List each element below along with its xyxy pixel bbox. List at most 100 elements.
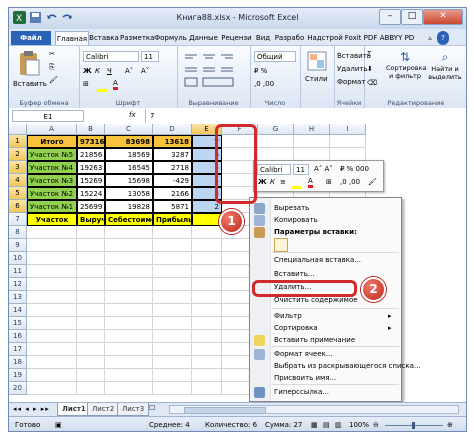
currency-icon[interactable]: ₽ % — [254, 67, 267, 75]
cell-a7[interactable]: Участок — [27, 213, 77, 226]
cell-d19[interactable] — [153, 369, 192, 382]
fill-color-icon[interactable] — [97, 80, 107, 92]
cell-d18[interactable] — [153, 356, 192, 369]
row-header-20[interactable]: 20 — [9, 382, 27, 395]
row-header-15[interactable]: 15 — [9, 317, 27, 330]
cell-d9[interactable] — [153, 239, 192, 252]
column-header-c[interactable]: C — [105, 124, 153, 135]
cell-c13[interactable] — [105, 291, 153, 304]
autosum-icon[interactable]: Σ — [367, 50, 371, 58]
maximize-button[interactable]: □ — [401, 9, 423, 25]
cell-c15[interactable] — [105, 317, 153, 330]
mini-format-painter-icon[interactable]: 🖌 — [368, 178, 377, 186]
column-header-i[interactable]: I — [330, 124, 366, 135]
cell-b4[interactable]: 15269 — [77, 174, 105, 187]
cell-b14[interactable] — [77, 304, 105, 317]
cell-c3[interactable]: 16545 — [105, 161, 153, 174]
mini-borders-icon[interactable]: ⊞ — [326, 178, 332, 186]
formula-input[interactable]: 7 — [145, 109, 464, 123]
cell-a1[interactable]: Итого — [27, 135, 77, 148]
menu-item-1[interactable]: Копировать — [274, 215, 318, 226]
cell-a15[interactable] — [27, 317, 77, 330]
row-header-1[interactable]: 1 — [9, 135, 27, 148]
cell-b17[interactable] — [77, 343, 105, 356]
cell-b20[interactable] — [77, 382, 105, 395]
mini-size-combo[interactable]: 11 — [293, 164, 309, 175]
clear-icon[interactable]: ⌫ — [367, 79, 377, 87]
cell-b1[interactable]: 97316 — [77, 135, 105, 148]
font-color-icon[interactable]: A — [113, 79, 118, 90]
cell-i1[interactable] — [330, 135, 366, 148]
cell-b5[interactable]: 15224 — [77, 187, 105, 200]
format-painter-icon[interactable]: 🖌 — [49, 76, 58, 84]
ribbon-minimize-icon[interactable]: ▵ — [424, 31, 436, 45]
mini-grow-font-icon[interactable]: A˄ A˅ — [314, 165, 333, 173]
mini-currency-icon[interactable]: ₽ % 000 — [340, 165, 369, 173]
zoom-slider-thumb[interactable] — [412, 422, 415, 429]
view-normal-icon[interactable]: ▦ — [311, 421, 318, 429]
copy-icon[interactable]: ⎘ — [49, 63, 55, 72]
cell-d16[interactable] — [153, 330, 192, 343]
cell-a2[interactable]: Участок №5 — [27, 148, 77, 161]
tab-foxit[interactable]: Foxit PDF — [344, 31, 378, 45]
menu-item-10[interactable]: Вставить примечание — [274, 335, 355, 346]
cell-a19[interactable] — [27, 369, 77, 382]
cell-h1[interactable] — [294, 135, 330, 148]
grow-font-icon[interactable]: A˄ — [125, 67, 133, 75]
column-header-h[interactable]: H — [294, 124, 330, 135]
sheet-nav-icon[interactable]: ◂◂ ◂ ▸ ▸▸ — [13, 405, 50, 413]
cell-c5[interactable]: 13058 — [105, 187, 153, 200]
row-header-16[interactable]: 16 — [9, 330, 27, 343]
tab-abbyy[interactable]: ABBYY PD — [379, 31, 415, 45]
mini-align-icon[interactable]: ≡ — [280, 178, 286, 186]
cell-e8[interactable] — [192, 226, 222, 239]
row-header-14[interactable]: 14 — [9, 304, 27, 317]
row-header-18[interactable]: 18 — [9, 356, 27, 369]
styles-button[interactable]: Стили — [305, 75, 328, 83]
cell-e15[interactable] — [192, 317, 222, 330]
fill-icon[interactable]: ⬇ — [367, 65, 373, 73]
cell-c2[interactable]: 18569 — [105, 148, 153, 161]
zoom-slider[interactable] — [385, 422, 443, 429]
tab-data[interactable]: Данные — [188, 31, 219, 45]
row-header-17[interactable]: 17 — [9, 343, 27, 356]
cell-b8[interactable] — [77, 226, 105, 239]
menu-item-4[interactable]: Специальная вставка... — [274, 255, 361, 266]
cell-c20[interactable] — [105, 382, 153, 395]
cell-a20[interactable] — [27, 382, 77, 395]
cell-c8[interactable] — [105, 226, 153, 239]
cell-b2[interactable]: 21856 — [77, 148, 105, 161]
cell-c1[interactable]: 83698 — [105, 135, 153, 148]
cell-e11[interactable] — [192, 265, 222, 278]
cell-b10[interactable] — [77, 252, 105, 265]
cell-b13[interactable] — [77, 291, 105, 304]
select-all-corner[interactable] — [9, 124, 27, 135]
tab-view[interactable]: Вид — [254, 31, 272, 45]
cell-g1[interactable] — [258, 135, 294, 148]
menu-item-14[interactable]: Гиперссылка... — [274, 387, 329, 398]
cell-c9[interactable] — [105, 239, 153, 252]
cell-c17[interactable] — [105, 343, 153, 356]
tab-home[interactable]: Главная — [55, 31, 89, 46]
cell-a18[interactable] — [27, 356, 77, 369]
cell-a9[interactable] — [27, 239, 77, 252]
cut-icon[interactable]: ✂ — [49, 50, 55, 58]
menu-item-13[interactable]: Присвоить имя... — [274, 373, 336, 384]
row-header-5[interactable]: 5 — [9, 187, 27, 200]
cell-d3[interactable]: 2718 — [153, 161, 192, 174]
decimal-icon[interactable]: ,0 ,00 — [254, 80, 274, 88]
cell-a14[interactable] — [27, 304, 77, 317]
new-sheet-icon[interactable]: ☐ — [149, 404, 155, 412]
cell-c11[interactable] — [105, 265, 153, 278]
font-name-combo[interactable]: Calibri — [83, 51, 139, 62]
paste-button[interactable]: Вставить — [13, 80, 47, 88]
cell-d14[interactable] — [153, 304, 192, 317]
cell-a3[interactable]: Участок №4 — [27, 161, 77, 174]
cell-a5[interactable]: Участок №2 — [27, 187, 77, 200]
menu-item-8[interactable]: Фильтр — [274, 311, 302, 322]
column-header-d[interactable]: D — [153, 124, 192, 135]
row-header-12[interactable]: 12 — [9, 278, 27, 291]
cell-b18[interactable] — [77, 356, 105, 369]
cell-b11[interactable] — [77, 265, 105, 278]
bold-icon[interactable]: Ж — [83, 67, 92, 75]
